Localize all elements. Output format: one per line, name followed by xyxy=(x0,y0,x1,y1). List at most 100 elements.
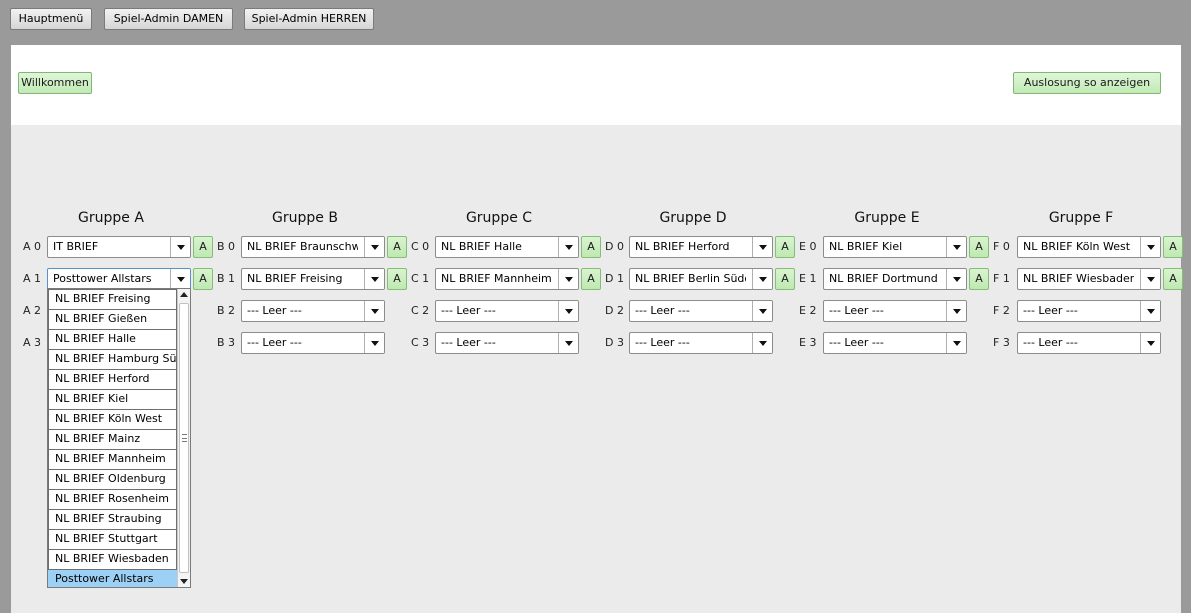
team-select[interactable]: --- Leer --- xyxy=(1017,300,1161,322)
chevron-down-icon[interactable] xyxy=(364,301,384,321)
dropdown-option[interactable]: NL BRIEF Mainz xyxy=(48,430,177,450)
add-team-button[interactable]: A xyxy=(969,236,989,258)
slot-label: C 2 xyxy=(411,304,430,317)
chevron-down-icon[interactable] xyxy=(364,237,384,257)
scroll-thumb[interactable] xyxy=(179,303,189,573)
chevron-down-icon[interactable] xyxy=(1140,237,1160,257)
team-select[interactable]: NL BRIEF Braunschwei xyxy=(241,236,385,258)
team-select[interactable]: --- Leer --- xyxy=(629,300,773,322)
chevron-down-icon[interactable] xyxy=(558,237,578,257)
team-select[interactable]: --- Leer --- xyxy=(629,332,773,354)
team-select[interactable]: IT BRIEF xyxy=(47,236,191,258)
dropdown-option[interactable]: NL BRIEF Kiel xyxy=(48,390,177,410)
dropdown-option[interactable]: NL BRIEF Oldenburg xyxy=(48,470,177,490)
team-select[interactable]: NL BRIEF Herford xyxy=(629,236,773,258)
team-select[interactable]: NL BRIEF Kiel xyxy=(823,236,967,258)
team-select-value: NL BRIEF Herford xyxy=(635,240,730,253)
team-select[interactable]: NL BRIEF Dortmund xyxy=(823,268,967,290)
dropdown-option[interactable]: NL BRIEF Gießen xyxy=(48,310,177,330)
team-select[interactable]: NL BRIEF Mannheim xyxy=(435,268,579,290)
add-team-button[interactable]: A xyxy=(775,236,795,258)
team-select[interactable]: --- Leer --- xyxy=(823,300,967,322)
chevron-down-icon[interactable] xyxy=(364,333,384,353)
slot-label: E 1 xyxy=(799,272,817,285)
team-select[interactable]: NL BRIEF Freising xyxy=(241,268,385,290)
admin-women-button[interactable]: Spiel-Admin DAMEN xyxy=(104,8,233,30)
add-team-button[interactable]: A xyxy=(581,268,601,290)
team-select-value: NL BRIEF Dortmund xyxy=(829,272,938,285)
chevron-down-icon[interactable] xyxy=(752,269,772,289)
scroll-down-icon[interactable] xyxy=(178,575,190,587)
slot-label: B 1 xyxy=(217,272,236,285)
grip-icon xyxy=(182,434,187,442)
team-select[interactable]: --- Leer --- xyxy=(823,332,967,354)
chevron-down-icon[interactable] xyxy=(558,301,578,321)
admin-men-button[interactable]: Spiel-Admin HERREN xyxy=(244,8,374,30)
dropdown-option[interactable]: NL BRIEF Hamburg Süd xyxy=(48,350,184,370)
add-team-button[interactable]: A xyxy=(775,268,795,290)
chevron-down-icon[interactable] xyxy=(752,237,772,257)
add-team-button[interactable]: A xyxy=(387,236,407,258)
chevron-down-icon[interactable] xyxy=(946,301,966,321)
chevron-down-icon[interactable] xyxy=(558,333,578,353)
chevron-down-icon[interactable] xyxy=(1140,301,1160,321)
add-team-button[interactable]: A xyxy=(581,236,601,258)
team-select[interactable]: --- Leer --- xyxy=(435,332,579,354)
chevron-down-icon[interactable] xyxy=(1140,333,1160,353)
team-select-value: --- Leer --- xyxy=(441,336,496,349)
dropdown-option[interactable]: NL BRIEF Halle xyxy=(48,330,177,350)
dropdown-option[interactable]: NL BRIEF Freising xyxy=(48,289,177,310)
dropdown-scrollbar[interactable] xyxy=(177,289,190,587)
team-select-value: --- Leer --- xyxy=(247,304,302,317)
chevron-down-icon[interactable] xyxy=(1140,269,1160,289)
chevron-down-icon[interactable] xyxy=(170,237,190,257)
chevron-down-icon[interactable] xyxy=(752,333,772,353)
team-select[interactable]: --- Leer --- xyxy=(1017,332,1161,354)
chevron-down-icon[interactable] xyxy=(170,269,190,289)
welcome-button[interactable]: Willkommen xyxy=(18,72,92,94)
team-select[interactable]: NL BRIEF Köln West xyxy=(1017,236,1161,258)
scroll-up-icon[interactable] xyxy=(178,289,190,301)
add-team-button[interactable]: A xyxy=(193,268,213,290)
team-select-value: NL BRIEF Berlin Südost xyxy=(635,272,746,285)
add-team-button[interactable]: A xyxy=(387,268,407,290)
slot-label: F 2 xyxy=(993,304,1010,317)
dropdown-option[interactable]: Posttower Allstars xyxy=(48,570,177,587)
show-draw-button[interactable]: Auslosung so anzeigen xyxy=(1013,72,1161,94)
team-select[interactable]: Posttower Allstars xyxy=(47,268,191,290)
dropdown-option[interactable]: NL BRIEF Stuttgart xyxy=(48,530,177,550)
slot-label: B 0 xyxy=(217,240,236,253)
team-select-value: NL BRIEF Kiel xyxy=(829,240,903,253)
dropdown-option[interactable]: NL BRIEF Mannheim xyxy=(48,450,177,470)
chevron-down-icon[interactable] xyxy=(364,269,384,289)
slot-label: F 3 xyxy=(993,336,1010,349)
slot-label: F 1 xyxy=(993,272,1010,285)
add-team-button[interactable]: A xyxy=(969,268,989,290)
team-select[interactable]: NL BRIEF Berlin Südost xyxy=(629,268,773,290)
team-dropdown-list[interactable]: NL BRIEF Freising NL BRIEF Gießen NL BRIEF… xyxy=(47,288,191,588)
group-title: Gruppe A xyxy=(78,210,144,226)
add-team-button[interactable]: A xyxy=(1163,236,1183,258)
team-select-value: --- Leer --- xyxy=(1023,304,1078,317)
team-select-value: NL BRIEF Freising xyxy=(247,272,343,285)
team-select[interactable]: --- Leer --- xyxy=(241,300,385,322)
team-select[interactable]: --- Leer --- xyxy=(241,332,385,354)
main-menu-button[interactable]: Hauptmenü xyxy=(10,8,92,30)
group-title: Gruppe D xyxy=(659,210,727,226)
chevron-down-icon[interactable] xyxy=(752,301,772,321)
dropdown-option[interactable]: NL BRIEF Wiesbaden xyxy=(48,550,177,570)
team-select[interactable]: --- Leer --- xyxy=(435,300,579,322)
chevron-down-icon[interactable] xyxy=(946,269,966,289)
chevron-down-icon[interactable] xyxy=(946,237,966,257)
team-select[interactable]: NL BRIEF Halle xyxy=(435,236,579,258)
add-team-button[interactable]: A xyxy=(193,236,213,258)
team-select-value: --- Leer --- xyxy=(441,304,496,317)
chevron-down-icon[interactable] xyxy=(558,269,578,289)
dropdown-option[interactable]: NL BRIEF Straubing xyxy=(48,510,177,530)
dropdown-option[interactable]: NL BRIEF Herford xyxy=(48,370,177,390)
dropdown-option[interactable]: NL BRIEF Köln West xyxy=(48,410,177,430)
team-select[interactable]: NL BRIEF Wiesbaden xyxy=(1017,268,1161,290)
chevron-down-icon[interactable] xyxy=(946,333,966,353)
add-team-button[interactable]: A xyxy=(1163,268,1183,290)
dropdown-option[interactable]: NL BRIEF Rosenheim xyxy=(48,490,177,510)
